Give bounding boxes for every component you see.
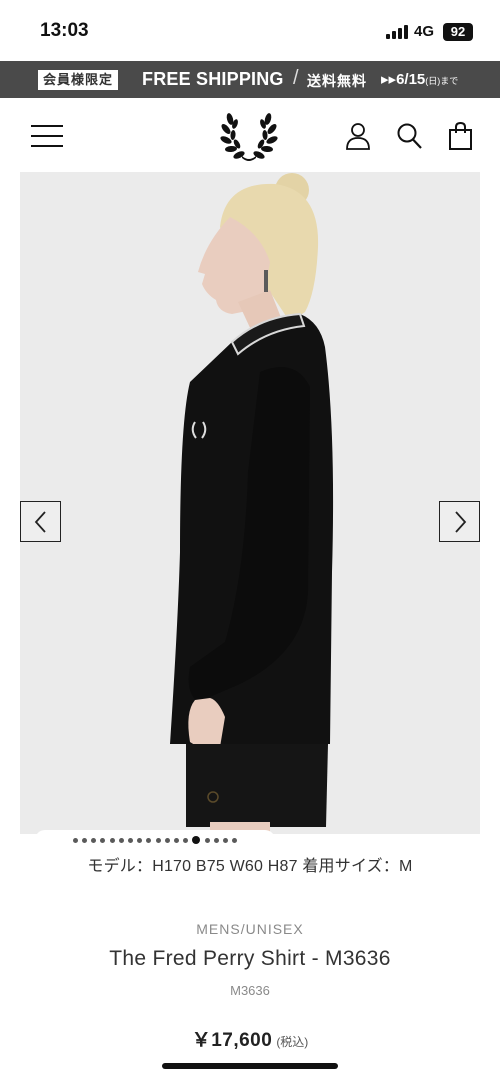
product-photo [170, 173, 334, 834]
laurel-logo[interactable] [220, 110, 278, 162]
product-code: M3636 [230, 983, 270, 998]
model-info: モデル：H170 B75 W60 H87 着用サイズ：M [87, 858, 413, 875]
tax-note: (税込) [276, 1035, 309, 1049]
carousel-dot[interactable] [100, 837, 106, 843]
user-icon[interactable] [345, 122, 371, 150]
promo-date: ▸▸6/15(日)まで [381, 70, 458, 88]
status-bar: 13:03 4G 92 [0, 0, 500, 62]
carousel-dot[interactable] [183, 837, 189, 843]
bag-icon[interactable] [448, 122, 474, 150]
carousel-dot[interactable] [137, 837, 143, 843]
fast-forward-icon: ▸▸ [381, 71, 397, 88]
next-image-button[interactable] [439, 501, 480, 542]
carousel-dot[interactable] [164, 837, 170, 843]
promo-divider: / [293, 67, 299, 89]
carousel-dot[interactable] [204, 837, 210, 843]
search-icon[interactable] [396, 122, 422, 150]
price-row: ￥17,600 (税込) [0, 1025, 500, 1052]
previous-image-button[interactable] [20, 501, 61, 542]
product-title: The Fred Perry Shirt - M3636 [109, 947, 391, 970]
product-image-gallery[interactable] [20, 172, 480, 834]
product-category[interactable]: MENS/UNISEX [0, 921, 500, 937]
network-label: 4G [414, 23, 435, 40]
carousel-dot[interactable] [72, 837, 78, 843]
battery-icon: 92 [443, 23, 473, 41]
carousel-dot[interactable] [213, 837, 219, 843]
carousel-dot[interactable] [155, 837, 161, 843]
promo-date-value: 6/15 [396, 71, 426, 88]
status-time: 13:03 [40, 20, 89, 41]
home-indicator[interactable] [162, 1063, 338, 1069]
carousel-dot-active[interactable] [192, 836, 201, 844]
menu-icon[interactable] [31, 125, 63, 147]
product-price: ￥17,600 [191, 1030, 273, 1051]
carousel-dot[interactable] [91, 837, 97, 843]
carousel-dot[interactable] [232, 837, 238, 843]
chevron-right-icon [454, 510, 466, 533]
signal-icon [386, 25, 410, 39]
promo-jp-text: 送料無料 [307, 73, 367, 89]
carousel-dot[interactable] [222, 837, 228, 843]
carousel-dot[interactable] [109, 837, 115, 843]
promo-badge: 会員様限定 [38, 70, 119, 90]
promo-banner[interactable]: 会員様限定 FREE SHIPPING / 送料無料 ▸▸6/15(日)まで [0, 61, 500, 98]
carousel-indicator[interactable] [35, 830, 275, 850]
carousel-dot[interactable] [118, 837, 124, 843]
carousel-dot[interactable] [82, 837, 88, 843]
chevron-left-icon [34, 510, 46, 533]
site-header [0, 98, 500, 172]
carousel-dot[interactable] [128, 837, 134, 843]
promo-date-suffix: (日)まで [425, 76, 459, 86]
carousel-dot[interactable] [173, 837, 179, 843]
promo-main-text: FREE SHIPPING [142, 69, 284, 89]
carousel-dot[interactable] [146, 837, 152, 843]
